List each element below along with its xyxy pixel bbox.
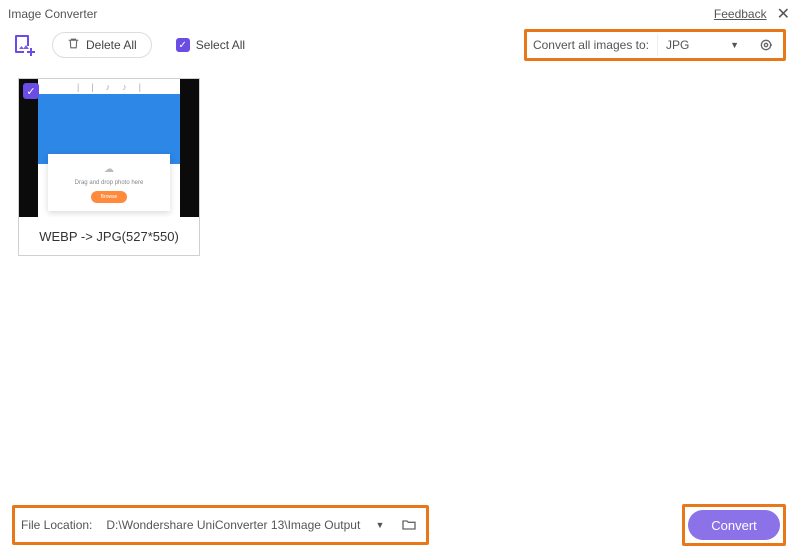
- thumbnail-preview: ✓ ||♪♪| ☁ Drag and drop photo here Brows…: [19, 79, 199, 217]
- select-all-label: Select All: [196, 38, 245, 52]
- image-caption: WEBP -> JPG(527*550): [19, 217, 199, 255]
- select-all-checkbox[interactable]: ✓ Select All: [176, 38, 245, 52]
- chevron-down-icon: ▼: [375, 520, 384, 530]
- output-format-value: JPG: [666, 38, 689, 52]
- convert-button[interactable]: Convert: [688, 510, 780, 540]
- output-format-select[interactable]: JPG ▼: [657, 34, 747, 56]
- thumbnail-inner-button: Browse: [91, 191, 128, 203]
- convert-to-label: Convert all images to:: [533, 38, 649, 52]
- file-location-panel: File Location: D:\Wondershare UniConvert…: [12, 505, 429, 545]
- image-grid: ✓ ||♪♪| ☁ Drag and drop photo here Brows…: [18, 78, 786, 490]
- delete-all-label: Delete All: [86, 38, 137, 52]
- open-folder-button[interactable]: [398, 514, 420, 536]
- close-icon[interactable]: ✕: [777, 4, 790, 24]
- image-item[interactable]: ✓ ||♪♪| ☁ Drag and drop photo here Brows…: [18, 78, 200, 256]
- thumbnail-inner-text: Drag and drop photo here: [75, 180, 144, 186]
- convert-format-panel: Convert all images to: JPG ▼: [524, 29, 786, 61]
- delete-all-button[interactable]: Delete All: [52, 32, 152, 58]
- item-checkbox[interactable]: ✓: [23, 83, 39, 99]
- upload-icon: ☁: [104, 164, 114, 175]
- file-location-path: D:\Wondershare UniConverter 13\Image Out…: [106, 518, 360, 532]
- convert-button-wrap: Convert: [682, 504, 786, 546]
- trash-icon: [67, 37, 80, 53]
- file-location-label: File Location:: [21, 518, 92, 532]
- feedback-link[interactable]: Feedback: [714, 7, 767, 21]
- add-image-icon[interactable]: [12, 32, 36, 59]
- settings-button[interactable]: [755, 34, 777, 56]
- app-title: Image Converter: [8, 7, 97, 21]
- checkbox-checked-icon: ✓: [176, 38, 190, 52]
- chevron-down-icon: ▼: [730, 40, 739, 50]
- file-location-select[interactable]: D:\Wondershare UniConverter 13\Image Out…: [100, 513, 390, 537]
